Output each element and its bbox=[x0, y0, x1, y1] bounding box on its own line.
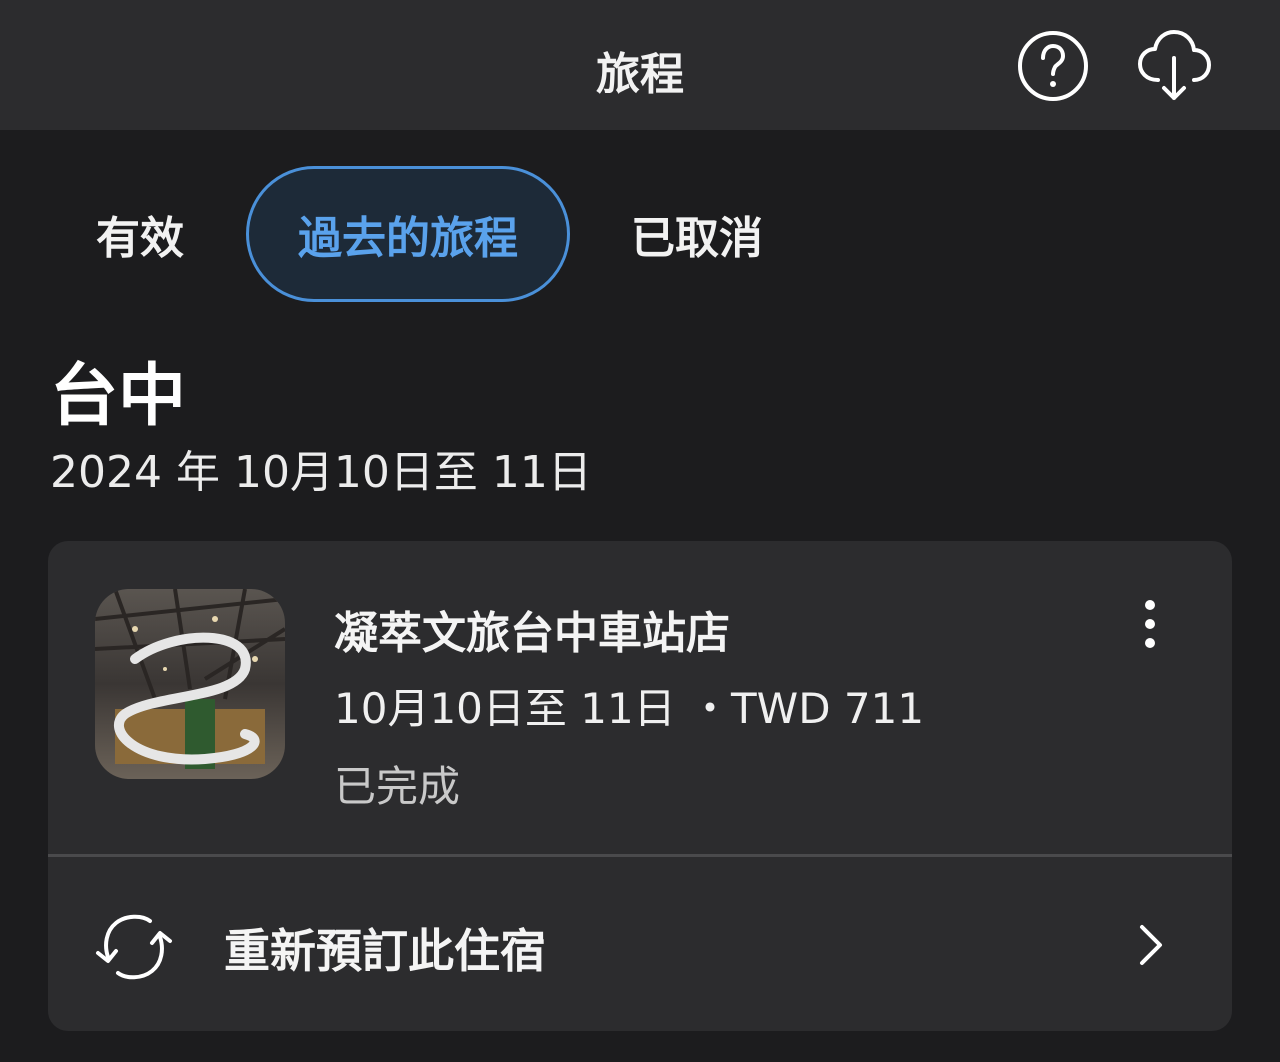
cloud-download-icon bbox=[1138, 30, 1211, 100]
tab-past-trips[interactable]: 過去的旅程 bbox=[246, 166, 570, 302]
trip-dates: 2024 年 10月10日至 11日 bbox=[50, 447, 592, 498]
chevron-right-icon bbox=[1136, 923, 1166, 967]
hotel-thumbnail[interactable] bbox=[95, 589, 285, 779]
more-vertical-icon bbox=[1145, 600, 1155, 648]
download-button[interactable] bbox=[1132, 24, 1216, 104]
booking-status: 已完成 bbox=[334, 762, 461, 811]
booking-card[interactable]: 凝萃文旅台中車站店 10月10日至 11日 ・TWD 711 已完成 重新預訂此… bbox=[48, 541, 1232, 1031]
question-circle-icon bbox=[1018, 31, 1088, 101]
rebook-label: 重新預訂此住宿 bbox=[224, 924, 546, 978]
top-bar: 旅程 bbox=[0, 0, 1280, 130]
help-button[interactable] bbox=[1016, 29, 1090, 103]
more-options-button[interactable] bbox=[1132, 599, 1168, 649]
tab-active-trips[interactable]: 有效 bbox=[70, 166, 210, 302]
rebook-row[interactable]: 重新預訂此住宿 bbox=[48, 857, 1232, 1031]
hotel-name[interactable]: 凝萃文旅台中車站店 bbox=[334, 597, 730, 661]
stay-dates-price: 10月10日至 11日 ・TWD 711 bbox=[334, 684, 925, 733]
refresh-icon bbox=[94, 909, 174, 985]
trip-city: 台中 bbox=[50, 357, 187, 436]
trip-tabs: 有效 過去的旅程 已取消 bbox=[0, 166, 1280, 302]
tab-cancelled[interactable]: 已取消 bbox=[612, 166, 782, 302]
hotel-photo bbox=[95, 589, 285, 779]
